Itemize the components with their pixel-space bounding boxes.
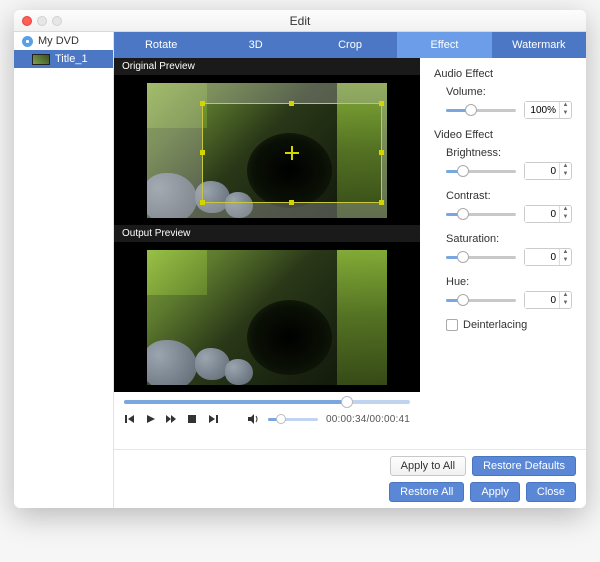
output-preview <box>114 242 420 392</box>
edit-window: Edit My DVD Title_1 Rotate 3D Crop Effec… <box>14 10 586 508</box>
original-video-frame <box>147 83 387 218</box>
crop-handle[interactable] <box>289 200 294 205</box>
thumbnail-icon <box>32 54 50 65</box>
stepper-down-icon[interactable]: ▼ <box>560 171 571 179</box>
stepper-down-icon[interactable]: ▼ <box>560 300 571 308</box>
volume-spinner[interactable]: ▲▼ <box>524 101 572 119</box>
brightness-slider[interactable] <box>446 170 516 173</box>
tabs: Rotate 3D Crop Effect Watermark <box>114 32 586 58</box>
crop-handle[interactable] <box>379 200 384 205</box>
restore-defaults-button[interactable]: Restore Defaults <box>472 456 576 476</box>
output-video-frame <box>147 250 387 385</box>
time-display: 00:00:34/00:00:41 <box>326 414 410 425</box>
effects-panel: Audio Effect Volume: ▲▼ Video Effect Bri… <box>420 58 586 449</box>
progress-slider[interactable] <box>124 400 410 404</box>
tab-3d[interactable]: 3D <box>208 32 302 58</box>
restore-all-button[interactable]: Restore All <box>389 482 464 502</box>
stepper-up-icon[interactable]: ▲ <box>560 292 571 300</box>
player-bar: 00:00:34/00:00:41 <box>114 392 420 432</box>
window-controls <box>22 16 62 26</box>
progress-thumb[interactable] <box>341 396 353 408</box>
crop-handle[interactable] <box>200 200 205 205</box>
close-button[interactable]: Close <box>526 482 576 502</box>
sidebar-item-label: Title_1 <box>55 53 88 65</box>
audio-effect-title: Audio Effect <box>434 68 572 80</box>
contrast-slider[interactable] <box>446 213 516 216</box>
tab-watermark[interactable]: Watermark <box>492 32 586 58</box>
tab-crop[interactable]: Crop <box>303 32 397 58</box>
stepper-up-icon[interactable]: ▲ <box>560 206 571 214</box>
saturation-spinner[interactable]: ▲▼ <box>524 248 572 266</box>
minimize-window-icon[interactable] <box>37 16 47 26</box>
crop-handle[interactable] <box>379 150 384 155</box>
apply-to-all-button[interactable]: Apply to All <box>390 456 466 476</box>
brightness-spinner[interactable]: ▲▼ <box>524 162 572 180</box>
stepper-down-icon[interactable]: ▼ <box>560 257 571 265</box>
saturation-slider[interactable] <box>446 256 516 259</box>
sidebar-root-label: My DVD <box>38 35 79 47</box>
stepper-down-icon[interactable]: ▼ <box>560 110 571 118</box>
stepper-up-icon[interactable]: ▲ <box>560 102 571 110</box>
play-button[interactable] <box>145 412 158 426</box>
volume-thumb[interactable] <box>276 414 286 424</box>
original-preview[interactable] <box>114 75 420 225</box>
crop-handle[interactable] <box>379 101 384 106</box>
sidebar-item-title[interactable]: Title_1 <box>14 50 113 68</box>
crop-overlay[interactable] <box>202 103 382 203</box>
stepper-down-icon[interactable]: ▼ <box>560 214 571 222</box>
deinterlacing-label: Deinterlacing <box>463 319 527 331</box>
saturation-input[interactable] <box>525 249 559 265</box>
saturation-label: Saturation: <box>446 233 572 245</box>
disc-icon <box>22 36 33 47</box>
bottom-bar: Apply to All Restore Defaults Restore Al… <box>114 449 586 508</box>
contrast-label: Contrast: <box>446 190 572 202</box>
next-button[interactable] <box>207 412 220 426</box>
hue-label: Hue: <box>446 276 572 288</box>
contrast-input[interactable] <box>525 206 559 222</box>
close-window-icon[interactable] <box>22 16 32 26</box>
stepper-up-icon[interactable]: ▲ <box>560 163 571 171</box>
apply-button[interactable]: Apply <box>470 482 520 502</box>
brightness-input[interactable] <box>525 163 559 179</box>
sidebar-root[interactable]: My DVD <box>14 32 113 50</box>
crop-center-icon[interactable] <box>285 146 299 160</box>
output-preview-label: Output Preview <box>114 225 420 242</box>
sidebar: My DVD Title_1 <box>14 32 114 508</box>
video-effect-title: Video Effect <box>434 129 572 141</box>
volume-slider[interactable] <box>268 418 318 421</box>
contrast-spinner[interactable]: ▲▼ <box>524 205 572 223</box>
hue-spinner[interactable]: ▲▼ <box>524 291 572 309</box>
deinterlacing-checkbox[interactable] <box>446 319 458 331</box>
zoom-window-icon[interactable] <box>52 16 62 26</box>
volume-icon[interactable] <box>248 412 261 426</box>
hue-input[interactable] <box>525 292 559 308</box>
tab-effect[interactable]: Effect <box>397 32 491 58</box>
stepper-up-icon[interactable]: ▲ <box>560 249 571 257</box>
crop-handle[interactable] <box>200 101 205 106</box>
prev-button[interactable] <box>124 412 137 426</box>
stop-button[interactable] <box>186 412 199 426</box>
crop-handle[interactable] <box>289 101 294 106</box>
volume-label: Volume: <box>446 86 572 98</box>
crop-handle[interactable] <box>200 150 205 155</box>
hue-slider[interactable] <box>446 299 516 302</box>
original-preview-label: Original Preview <box>114 58 420 75</box>
window-title: Edit <box>14 14 586 28</box>
volume-effect-slider[interactable] <box>446 109 516 112</box>
preview-column: Original Preview <box>114 58 420 449</box>
volume-input[interactable] <box>525 102 559 118</box>
brightness-label: Brightness: <box>446 147 572 159</box>
tab-rotate[interactable]: Rotate <box>114 32 208 58</box>
titlebar: Edit <box>14 10 586 32</box>
fast-forward-button[interactable] <box>165 412 178 426</box>
